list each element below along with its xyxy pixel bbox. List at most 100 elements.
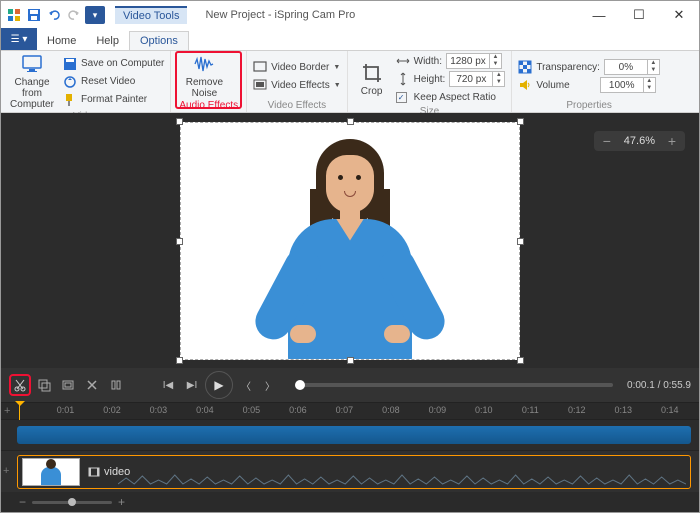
timeline-ruler[interactable]: + 0:010:020:030:040:050:060:070:080:090:… bbox=[1, 402, 699, 420]
timeline-zoom-slider[interactable] bbox=[32, 501, 112, 504]
width-label: Width: bbox=[414, 56, 442, 67]
step-back-button[interactable]: 〈 bbox=[235, 374, 257, 396]
silence-button[interactable] bbox=[81, 374, 103, 396]
dropdown-caret-icon: ▼ bbox=[333, 64, 340, 71]
crop-button[interactable]: Crop bbox=[354, 53, 390, 105]
minimize-button[interactable]: — bbox=[579, 1, 619, 29]
zoom-widget: − 47.6% + bbox=[594, 131, 685, 151]
go-start-button[interactable]: I◀ bbox=[157, 374, 179, 396]
split-button[interactable] bbox=[105, 374, 127, 396]
video-canvas-wrap[interactable] bbox=[180, 122, 520, 360]
ruler-tick: 0:02 bbox=[103, 405, 121, 415]
tab-help[interactable]: Help bbox=[86, 32, 129, 50]
speaker-icon bbox=[518, 78, 532, 92]
save-icon[interactable] bbox=[25, 6, 43, 24]
volume-label: Volume bbox=[536, 80, 569, 91]
volume-spinner[interactable]: 100%▲▼ bbox=[600, 77, 656, 93]
cut-button[interactable] bbox=[9, 374, 31, 396]
go-end-button[interactable]: ▶I bbox=[181, 374, 203, 396]
reset-video-button[interactable]: Reset Video bbox=[63, 74, 164, 90]
resize-handle[interactable] bbox=[176, 238, 183, 245]
format-painter-label: Format Painter bbox=[81, 94, 147, 105]
redo-icon[interactable] bbox=[65, 6, 83, 24]
video-effects-button[interactable]: Video Effects ▼ bbox=[253, 77, 341, 93]
format-painter-button[interactable]: Format Painter bbox=[63, 92, 164, 108]
zoom-in-button[interactable]: + bbox=[663, 133, 681, 149]
video-content-person bbox=[240, 129, 460, 359]
close-button[interactable]: ✕ bbox=[659, 1, 699, 29]
volume-value: 100% bbox=[601, 80, 643, 91]
playback-bar: I◀ ▶I ▶ 〈 〉 0:00.1 / 0:55.9 bbox=[1, 368, 699, 402]
save-on-computer-label: Save on Computer bbox=[81, 58, 164, 69]
ruler-tick: 0:05 bbox=[243, 405, 261, 415]
tab-home[interactable]: Home bbox=[37, 32, 86, 50]
effects-icon bbox=[253, 78, 267, 92]
reset-icon bbox=[63, 75, 77, 89]
resize-handle[interactable] bbox=[517, 118, 524, 125]
play-button[interactable]: ▶ bbox=[205, 371, 233, 399]
keep-aspect-checkbox[interactable]: ✓ Keep Aspect Ratio bbox=[396, 89, 506, 105]
keep-aspect-label: Keep Aspect Ratio bbox=[414, 92, 496, 103]
change-from-computer-button[interactable]: Change from Computer bbox=[7, 53, 57, 110]
qat-menu-button[interactable]: ▾ bbox=[85, 6, 105, 24]
ruler-tick: 0:10 bbox=[475, 405, 493, 415]
seek-knob[interactable] bbox=[295, 380, 305, 390]
file-menu-button[interactable]: ☰ ▾ bbox=[1, 28, 37, 50]
group-video-effects: Video Border ▼ Video Effects ▼ Video Eff… bbox=[247, 51, 348, 112]
timeline-zoom-out-button[interactable]: − bbox=[19, 495, 26, 509]
ruler-tick: 0:09 bbox=[429, 405, 447, 415]
transparency-spinner[interactable]: 0%▲▼ bbox=[604, 59, 660, 75]
width-spinner[interactable]: 1280 px▲▼ bbox=[446, 53, 502, 69]
remove-noise-button[interactable]: Remove Noise bbox=[179, 53, 229, 99]
maximize-button[interactable]: ☐ bbox=[619, 1, 659, 29]
save-small-icon bbox=[63, 57, 77, 71]
seek-bar[interactable] bbox=[295, 383, 613, 387]
volume-row: Volume 100%▲▼ bbox=[518, 77, 660, 93]
dropdown-caret-icon: ▼ bbox=[334, 82, 341, 89]
audio-waveform bbox=[118, 472, 686, 486]
title-bar: ▾ Video Tools New Project - iSpring Cam … bbox=[1, 1, 699, 29]
video-border-button[interactable]: Video Border ▼ bbox=[253, 59, 341, 75]
time-current: 0:00.1 bbox=[627, 380, 655, 391]
add-clip-button[interactable]: + bbox=[3, 465, 9, 477]
ruler-tick: 0:07 bbox=[336, 405, 354, 415]
change-from-computer-label: Change from Computer bbox=[7, 77, 57, 110]
crop-tool-button[interactable] bbox=[57, 374, 79, 396]
resize-handle[interactable] bbox=[176, 357, 183, 364]
resize-handle[interactable] bbox=[347, 118, 354, 125]
clip-selected[interactable]: video bbox=[17, 455, 691, 489]
copy-button[interactable] bbox=[33, 374, 55, 396]
add-track-button[interactable]: + bbox=[4, 405, 10, 417]
zoom-out-button[interactable]: − bbox=[598, 133, 616, 149]
video-effects-label: Video Effects bbox=[271, 80, 330, 91]
height-row: Height: 720 px▲▼ bbox=[396, 71, 506, 87]
video-canvas[interactable] bbox=[180, 122, 520, 360]
qat-grid-icon[interactable] bbox=[5, 6, 23, 24]
bottom-zoom-bar: − + bbox=[1, 492, 699, 512]
resize-handle[interactable] bbox=[176, 118, 183, 125]
undo-icon[interactable] bbox=[45, 6, 63, 24]
waveform-icon bbox=[193, 53, 215, 75]
group-video-effects-label: Video Effects bbox=[253, 99, 341, 111]
resize-handle[interactable] bbox=[347, 357, 354, 364]
step-forward-button[interactable]: 〉 bbox=[259, 374, 281, 396]
ruler-tick: 0:04 bbox=[196, 405, 214, 415]
remove-noise-label: Remove Noise bbox=[179, 77, 229, 99]
timeline-zoom-in-button[interactable]: + bbox=[118, 495, 125, 509]
ribbon: Change from Computer Save on Computer Re… bbox=[1, 51, 699, 113]
checkbox-checked-icon: ✓ bbox=[396, 92, 407, 103]
width-row: Width: 1280 px▲▼ bbox=[396, 53, 506, 69]
height-spinner[interactable]: 720 px▲▼ bbox=[449, 71, 505, 87]
height-label: Height: bbox=[414, 74, 446, 85]
timeline-zoom-knob[interactable] bbox=[68, 498, 76, 506]
save-on-computer-button[interactable]: Save on Computer bbox=[63, 56, 164, 72]
track-strip[interactable] bbox=[17, 426, 691, 444]
resize-handle[interactable] bbox=[517, 357, 524, 364]
crop-label: Crop bbox=[361, 86, 383, 97]
transparency-icon bbox=[518, 60, 532, 74]
clip-row: + video bbox=[1, 450, 699, 492]
tab-options[interactable]: Options bbox=[129, 31, 189, 50]
resize-handle[interactable] bbox=[517, 238, 524, 245]
height-icon bbox=[396, 72, 410, 86]
window-controls: — ☐ ✕ bbox=[579, 1, 699, 29]
